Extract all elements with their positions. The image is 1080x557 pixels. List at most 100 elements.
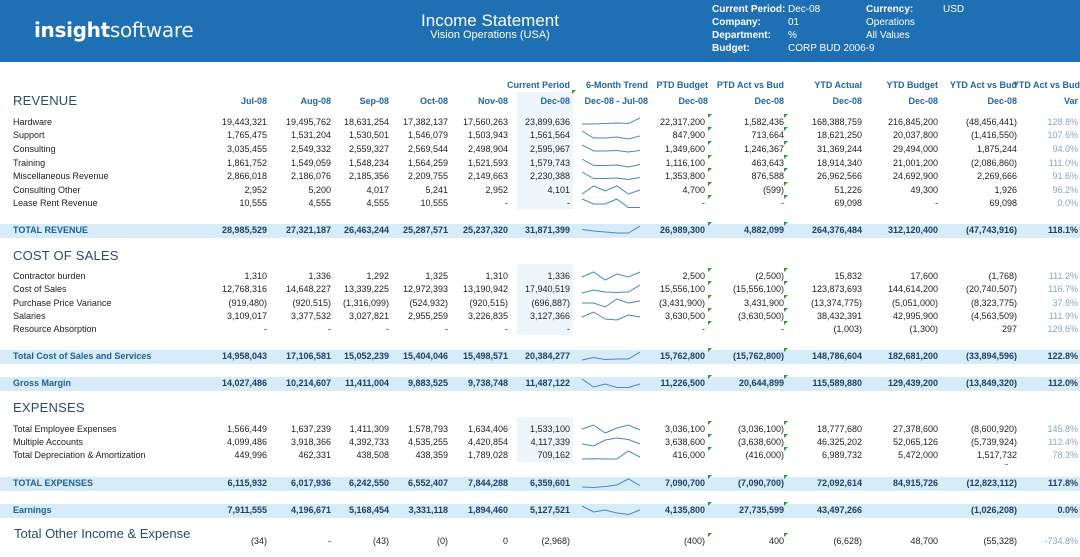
month-value: 12,768,316 — [221, 284, 267, 294]
comment-marker[interactable] — [708, 533, 712, 537]
company-value[interactable]: 01 — [788, 16, 799, 29]
statement-row[interactable]: Support 1,765,475 1,531,204 1,530,501 1,546,… — [0, 129, 1080, 142]
month-value: 11,411,004 — [344, 378, 389, 388]
statement-row[interactable]: TOTAL REVENUE 28,985,529 27,321,187 26,463,… — [0, 224, 1080, 238]
month-value: (34) — [250, 536, 267, 546]
comment-marker[interactable] — [784, 475, 788, 479]
comment-marker[interactable] — [708, 308, 712, 312]
month-value: 1,411,309 — [349, 424, 389, 434]
comment-marker[interactable] — [708, 114, 712, 118]
statement-row[interactable]: Training 1,861,752 1,549,059 1,548,234 1,564… — [0, 157, 1080, 170]
variance-pct: 111.9% — [1048, 311, 1078, 321]
comment-marker[interactable] — [784, 195, 788, 199]
comment-marker[interactable] — [784, 141, 788, 145]
month-value: 4,099,486 — [226, 437, 267, 447]
statement-row[interactable]: Earnings 7,911,555 4,196,671 5,168,454 3,331… — [0, 504, 1080, 518]
comment-marker[interactable] — [784, 533, 788, 537]
comment-marker[interactable] — [708, 281, 712, 285]
month-value: 2,209,755 — [407, 171, 448, 181]
statement-row[interactable]: Consulting 3,035,455 2,549,332 2,559,327 2,5… — [0, 143, 1080, 156]
row-label: Training — [13, 158, 46, 168]
statement-row[interactable]: Hardware 19,443,321 19,495,762 18,631,254 17… — [0, 116, 1080, 129]
comment-marker[interactable] — [708, 182, 712, 186]
comment-marker[interactable] — [708, 141, 712, 145]
comment-marker[interactable] — [708, 375, 712, 379]
comment-marker[interactable] — [784, 127, 788, 131]
statement-row[interactable]: TOTAL EXPENSES 6,115,932 6,017,936 6,242,55… — [0, 477, 1080, 491]
ytd-actual-value: 115,589,880 — [812, 378, 862, 388]
comment-marker[interactable] — [784, 308, 788, 312]
comment-marker[interactable] — [784, 321, 788, 325]
month-value: - — [505, 198, 508, 208]
comment-marker[interactable] — [708, 127, 712, 131]
month-value: 17,940,519 — [524, 284, 570, 294]
statement-row[interactable]: Total Cost of Sales and Services 14,958,0… — [0, 350, 1080, 364]
insightsoftware-logo: insightsoftware — [34, 18, 194, 42]
comment-marker[interactable] — [708, 222, 712, 226]
ptd-act-vs-bud-value: (599) — [762, 185, 784, 195]
comment-marker[interactable] — [708, 447, 712, 451]
row-label: Total Depreciation & Amortization — [13, 450, 146, 460]
ytd-budget-value: 42,995,900 — [892, 311, 938, 321]
company-name: Operations — [866, 17, 915, 28]
row-label: Salaries — [13, 311, 46, 321]
comment-marker[interactable] — [784, 155, 788, 159]
month-value: 1,533,100 — [529, 424, 570, 434]
statement-row[interactable]: Consulting Other 2,952 5,200 4,017 5,241 2,95… — [0, 184, 1080, 197]
comment-marker[interactable] — [572, 90, 576, 94]
month-value: 1,310 — [244, 271, 267, 281]
statement-row[interactable]: Total Employee Expenses 1,566,449 1,637,23… — [0, 423, 1080, 436]
ptd-budget-value: - — [702, 324, 705, 334]
month-value: 15,404,046 — [402, 351, 448, 361]
comment-marker[interactable] — [784, 447, 788, 451]
ytd-actual-value: 168,388,759 — [811, 117, 862, 127]
comment-marker[interactable] — [708, 268, 712, 272]
comment-marker[interactable] — [708, 321, 712, 325]
comment-marker[interactable] — [784, 434, 788, 438]
comment-marker[interactable] — [708, 295, 712, 299]
statement-row[interactable]: Resource Absorption - - - - - - - - (1,003) (1,300… — [0, 323, 1080, 336]
statement-row[interactable]: Multiple Accounts 4,099,486 3,918,366 4,392… — [0, 436, 1080, 449]
statement-row[interactable]: Cost of Sales 12,768,316 14,648,227 13,339,… — [0, 283, 1080, 296]
comment-marker[interactable] — [784, 168, 788, 172]
comment-marker[interactable] — [784, 114, 788, 118]
comment-marker[interactable] — [708, 434, 712, 438]
statement-row[interactable]: (34) - (43) (0) 0 (2,968) (400) 400 (6,628) 48,70… — [0, 535, 1080, 548]
comment-marker[interactable] — [784, 421, 788, 425]
comment-marker[interactable] — [784, 182, 788, 186]
month-value: 1,861,752 — [226, 158, 267, 168]
department-value[interactable]: % — [788, 29, 797, 42]
comment-marker[interactable] — [708, 421, 712, 425]
statement-row[interactable]: Purchase Price Variance (919,480) (920,515… — [0, 297, 1080, 310]
comment-marker[interactable] — [708, 168, 712, 172]
statement-row[interactable]: Salaries 3,109,017 3,377,532 3,027,821 2,955… — [0, 310, 1080, 323]
comment-marker[interactable] — [708, 348, 712, 352]
month-value: 1,894,460 — [467, 505, 508, 515]
comment-marker[interactable] — [784, 268, 788, 272]
currency-value[interactable]: USD — [943, 3, 964, 16]
statement-row[interactable]: Miscellaneous Revenue 2,866,018 2,186,076 2… — [0, 170, 1080, 183]
comment-marker[interactable] — [784, 502, 788, 506]
month-value: 5,127,521 — [529, 505, 570, 515]
comment-marker[interactable] — [708, 195, 712, 199]
variance-pct: 0.0% — [1057, 198, 1078, 208]
comment-marker[interactable] — [708, 155, 712, 159]
comment-marker[interactable] — [784, 222, 788, 226]
statement-row[interactable]: Contractor burden 1,310 1,336 1,292 1,325 1,3… — [0, 270, 1080, 283]
budget-value[interactable]: CORP BUD 2006-9 — [788, 42, 875, 55]
statement-row[interactable]: Lease Rent Revenue 10,555 4,555 4,555 10,555… — [0, 197, 1080, 210]
ytd-actual-value: 264,376,484 — [811, 225, 862, 235]
comment-marker[interactable] — [784, 348, 788, 352]
comment-marker[interactable] — [784, 281, 788, 285]
comment-marker[interactable] — [708, 475, 712, 479]
ytd-act-vs-bud-value: (20,740,507) — [965, 284, 1017, 294]
trend-line — [581, 144, 641, 153]
comment-marker[interactable] — [784, 295, 788, 299]
statement-row[interactable]: Total Depreciation & Amortization 449,996… — [0, 449, 1080, 462]
ptd-act-vs-bud-value: (2,500) — [755, 271, 784, 281]
trend-line — [581, 271, 641, 281]
comment-marker[interactable] — [708, 502, 712, 506]
comment-marker[interactable] — [784, 375, 788, 379]
statement-row[interactable]: Gross Margin 14,027,486 10,214,607 11,411,0… — [0, 377, 1080, 391]
period-value[interactable]: Dec-08 — [788, 3, 820, 16]
